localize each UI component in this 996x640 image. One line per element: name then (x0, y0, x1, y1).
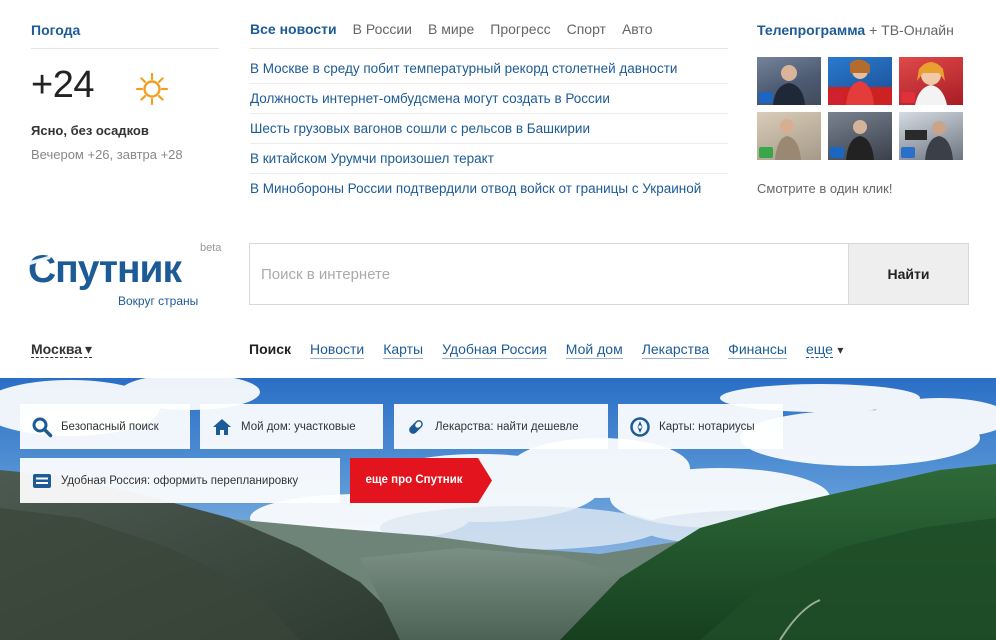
hero-banner: Безопасный поиск Мой дом: участковые Лек… (0, 378, 996, 640)
sun-icon (135, 72, 169, 106)
pill-icon (409, 419, 423, 434)
hero-tile-label: Карты: нотариусы (659, 420, 755, 433)
nav-maps[interactable]: Карты (383, 341, 424, 359)
chevron-down-icon: ▾ (837, 343, 844, 357)
channel-logo-icon (759, 92, 773, 103)
hero-tile-label: Безопасный поиск (61, 420, 159, 433)
hero-tile-label: Лекарства: найти дешевле (435, 420, 579, 433)
more-about-sputnik-label: еще про Спутник (365, 474, 463, 486)
tv-thumbnail[interactable] (828, 57, 892, 105)
channel-logo-icon (901, 92, 915, 103)
hero-tile-label: Удобная Россия: оформить перепланировку (61, 474, 299, 487)
chevron-down-icon: ▾ (85, 341, 93, 357)
magnifier-icon (32, 417, 53, 437)
news-headline[interactable]: В Москве в среду побит температурный рек… (250, 54, 728, 84)
tv-thumbnail[interactable] (828, 112, 892, 160)
search-button[interactable]: Найти (848, 244, 968, 304)
search-input[interactable] (250, 244, 848, 304)
city-selector[interactable]: Москва ▾ (31, 341, 93, 358)
nav-medicines[interactable]: Лекарства (641, 341, 710, 359)
nav-convenient-russia[interactable]: Удобная Россия (442, 341, 547, 359)
more-about-sputnik-button[interactable]: еще про Спутник (350, 458, 494, 503)
tv-cta: Смотрите в один клик! (757, 181, 893, 196)
nav-finance[interactable]: Финансы (728, 341, 787, 359)
tab-world[interactable]: В мире (428, 22, 474, 36)
hero-tile-label: Мой дом: участковые (241, 420, 356, 433)
tv-thumbnails (757, 57, 963, 160)
news-tabs: Все новости В России В мире Прогресс Спо… (250, 22, 652, 36)
tv-online-link[interactable]: + ТВ-Онлайн (865, 22, 954, 38)
tab-all-news[interactable]: Все новости (250, 22, 337, 36)
nav-my-home[interactable]: Мой дом (565, 341, 623, 359)
nav-more: еще (805, 341, 833, 358)
tab-auto[interactable]: Авто (622, 22, 653, 36)
weather-forecast: Вечером +26, завтра +28 (31, 147, 183, 162)
service-nav: Поиск Новости Карты Удобная Россия Мой д… (249, 341, 843, 359)
hero-tile-maps[interactable]: Карты: нотариусы (618, 404, 783, 449)
tv-thumbnail[interactable] (899, 112, 963, 160)
tab-russia[interactable]: В России (353, 22, 412, 36)
compass-icon (630, 416, 650, 437)
brand-logo[interactable]: beta Спутник Вокруг страны (28, 242, 228, 312)
news-headline[interactable]: В Минобороны России подтвердили отвод во… (250, 174, 728, 204)
tv-thumbnail[interactable] (757, 57, 821, 105)
brand-name: Спутник (28, 248, 183, 291)
divider (31, 48, 219, 49)
divider (250, 48, 728, 49)
hero-tile-safe-search[interactable]: Безопасный поиск (20, 404, 190, 449)
ticket-icon (33, 473, 51, 488)
channel-logo-icon (759, 147, 773, 158)
nav-news[interactable]: Новости (310, 341, 365, 359)
news-headline[interactable]: Шесть грузовых вагонов сошли с рельсов в… (250, 114, 728, 144)
tv-thumbnail[interactable] (757, 112, 821, 160)
tab-progress[interactable]: Прогресс (490, 22, 550, 36)
news-list: В Москве в среду побит температурный рек… (250, 54, 728, 204)
weather-title[interactable]: Погода (31, 23, 80, 37)
nav-more-menu[interactable]: еще ▾ (805, 341, 844, 359)
channel-logo-icon (830, 147, 844, 158)
sputnik-logo: Спутник (28, 248, 184, 291)
tab-sport[interactable]: Спорт (567, 22, 606, 36)
channel-logo-icon (901, 147, 915, 158)
news-headline[interactable]: В китайском Урумчи произошел теракт (250, 144, 728, 174)
brand-tagline: Вокруг страны (118, 294, 199, 308)
tv-thumbnail[interactable] (899, 57, 963, 105)
hero-tile-my-home[interactable]: Мой дом: участковые (200, 404, 383, 449)
tv-program-link[interactable]: Телепрограмма (757, 22, 865, 38)
nav-search[interactable]: Поиск (249, 341, 291, 359)
channel-logo-icon (830, 92, 844, 103)
tv-title-row: Телепрограмма + ТВ-Онлайн (757, 22, 954, 40)
hero-tile-convenient-russia[interactable]: Удобная Россия: оформить перепланировку (20, 458, 340, 503)
weather-condition: Ясно, без осадков (31, 123, 149, 138)
house-icon (213, 418, 231, 435)
hero-tile-medicines[interactable]: Лекарства: найти дешевле (394, 404, 608, 449)
search-form: Найти (249, 243, 969, 305)
city-label: Москва (31, 341, 83, 357)
news-headline[interactable]: Должность интернет-омбудсмена могут созд… (250, 84, 728, 114)
temperature: +24 (31, 64, 94, 106)
